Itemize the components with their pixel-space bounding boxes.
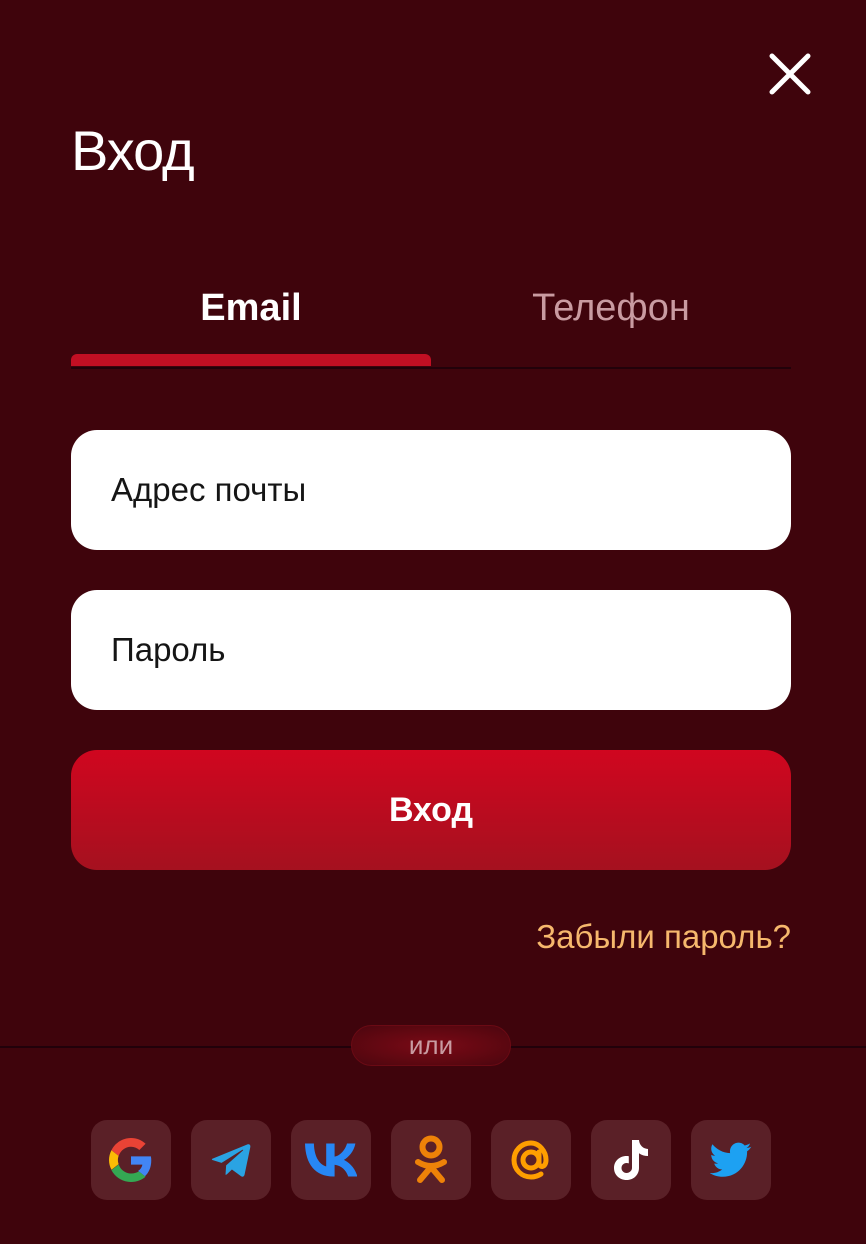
telegram-login-button[interactable] (191, 1120, 271, 1200)
google-login-button[interactable] (91, 1120, 171, 1200)
login-button[interactable]: Вход (71, 750, 791, 870)
tabs-divider (71, 367, 791, 369)
twitter-icon (710, 1142, 752, 1177)
login-tabs: Email Телефон (71, 280, 791, 370)
odnoklassniki-icon (415, 1135, 447, 1183)
google-icon (109, 1138, 152, 1182)
odnoklassniki-login-button[interactable] (391, 1120, 471, 1200)
tab-phone[interactable]: Телефон (431, 280, 791, 365)
social-login-list (91, 1120, 791, 1200)
password-field[interactable] (71, 590, 791, 710)
tab-email[interactable]: Email (71, 280, 431, 365)
twitter-login-button[interactable] (691, 1120, 771, 1200)
tiktok-icon (614, 1140, 648, 1180)
forgot-password-link[interactable]: Забыли пароль? (536, 918, 791, 956)
close-button[interactable] (764, 48, 816, 100)
mail-ru-icon (511, 1140, 549, 1180)
active-tab-indicator (71, 354, 431, 366)
vk-icon (305, 1143, 357, 1177)
page-title: Вход (71, 119, 195, 182)
telegram-icon (211, 1144, 251, 1177)
close-icon (769, 53, 811, 95)
email-field[interactable] (71, 430, 791, 550)
tiktok-login-button[interactable] (591, 1120, 671, 1200)
vk-login-button[interactable] (291, 1120, 371, 1200)
mail-ru-login-button[interactable] (491, 1120, 571, 1200)
or-separator: или (351, 1025, 511, 1066)
